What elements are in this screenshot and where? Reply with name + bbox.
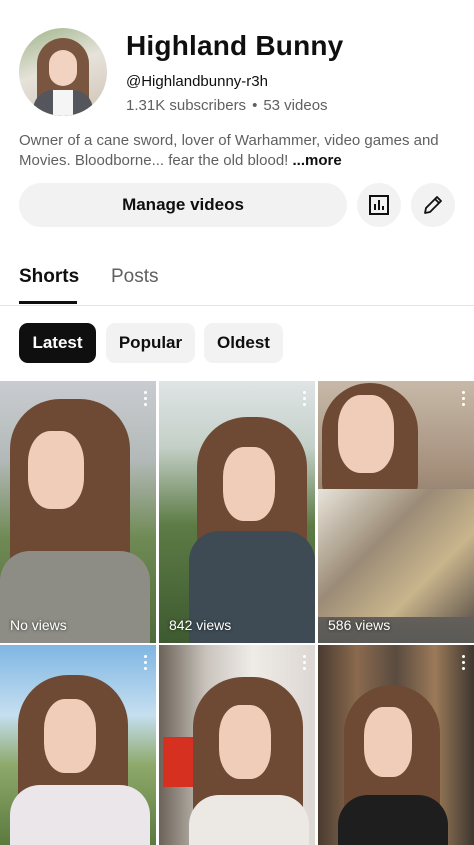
short-thumbnail[interactable]: 842 views	[159, 381, 315, 643]
video-count: 53 videos	[263, 97, 328, 114]
view-count: No views	[10, 617, 67, 633]
more-options-icon[interactable]	[144, 655, 148, 673]
tab-shorts[interactable]: Shorts	[19, 266, 79, 288]
shorts-grid: No views 842 views 586 views	[0, 381, 474, 845]
short-thumbnail[interactable]: No views	[0, 381, 156, 643]
more-options-icon[interactable]	[303, 391, 307, 409]
manage-videos-button[interactable]: Manage videos	[19, 183, 347, 227]
more-options-icon[interactable]	[144, 391, 148, 409]
more-options-icon[interactable]	[303, 655, 307, 673]
view-count: 586 views	[328, 617, 391, 633]
short-thumbnail[interactable]	[159, 645, 315, 845]
tab-posts[interactable]: Posts	[111, 266, 159, 288]
channel-stats: 1.31K subscribers • 53 videos	[126, 97, 328, 114]
channel-header: Highland Bunny @Highlandbunny-r3h 1.31K …	[0, 0, 474, 120]
view-count: 842 views	[169, 617, 232, 633]
channel-tabs: Shorts Posts	[0, 250, 474, 306]
short-thumbnail[interactable]: 586 views	[318, 381, 474, 643]
pencil-icon	[424, 196, 442, 214]
subscriber-count: 1.31K subscribers	[126, 97, 247, 114]
channel-description[interactable]: Owner of a cane sword, lover of Warhamme…	[19, 131, 459, 171]
edit-channel-button[interactable]	[411, 183, 455, 227]
selected-tab-indicator	[19, 301, 77, 304]
channel-handle: @Highlandbunny-r3h	[126, 73, 268, 90]
channel-avatar[interactable]	[19, 28, 107, 116]
filter-oldest-chip[interactable]: Oldest	[204, 323, 283, 363]
filter-popular-chip[interactable]: Popular	[106, 323, 195, 363]
channel-name: Highland Bunny	[126, 30, 344, 61]
more-link[interactable]: ...more	[293, 152, 342, 169]
analytics-icon	[369, 195, 389, 215]
analytics-button[interactable]	[357, 183, 401, 227]
description-text: Owner of a cane sword, lover of Warhamme…	[19, 132, 439, 169]
short-thumbnail[interactable]	[0, 645, 156, 845]
more-options-icon[interactable]	[462, 391, 466, 409]
short-thumbnail[interactable]	[318, 645, 474, 845]
filter-latest-chip[interactable]: Latest	[19, 323, 96, 363]
stats-separator: •	[252, 97, 258, 114]
more-options-icon[interactable]	[462, 655, 466, 673]
